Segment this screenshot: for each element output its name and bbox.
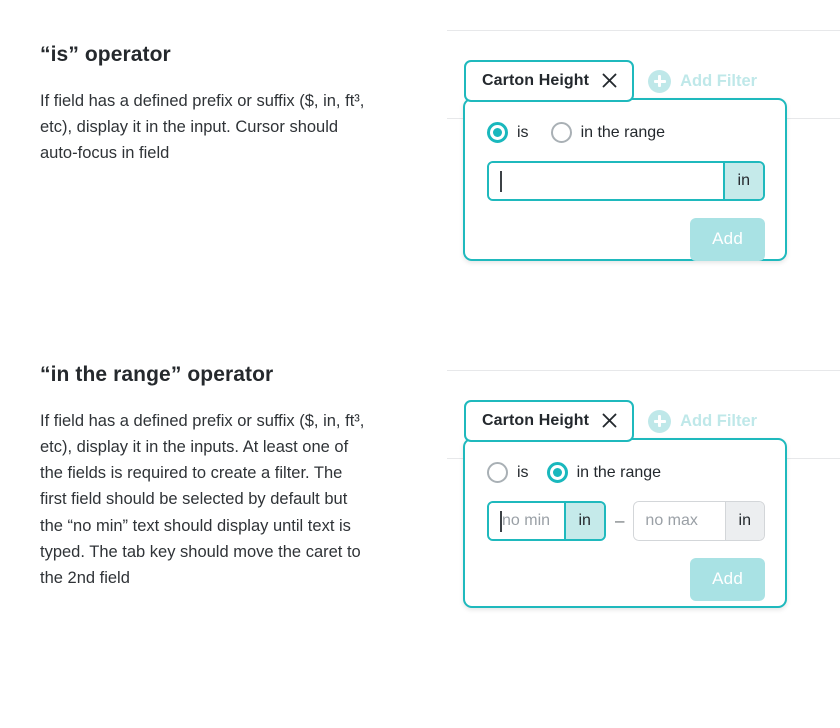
spec-section-is: “is” operator If field has a defined pre… bbox=[40, 42, 415, 166]
radio-is-label: is bbox=[517, 463, 529, 481]
radio-option-in-the-range[interactable]: in the range bbox=[546, 462, 662, 483]
divider-top bbox=[447, 30, 840, 31]
spec-description-is-operator: If field has a defined prefix or suffix … bbox=[40, 92, 365, 163]
add-button[interactable]: Add bbox=[690, 558, 765, 601]
operator-radio-group: is in the range bbox=[487, 122, 765, 143]
max-input[interactable]: no max bbox=[634, 502, 725, 540]
text-caret bbox=[500, 170, 502, 192]
radio-in-the-range-label: in the range bbox=[580, 123, 666, 141]
min-input-placeholder: no min bbox=[502, 512, 551, 529]
min-input[interactable]: no min bbox=[489, 503, 564, 539]
filter-chip-carton-height[interactable]: Carton Height bbox=[464, 60, 635, 102]
value-input[interactable] bbox=[489, 163, 723, 199]
radio-in-the-range-indicator bbox=[546, 462, 568, 483]
radio-in-the-range-indicator bbox=[550, 122, 572, 143]
filter-chip-label: Carton Height bbox=[482, 71, 590, 89]
filter-chip-label: Carton Height bbox=[482, 411, 590, 429]
add-button[interactable]: Add bbox=[690, 218, 765, 261]
add-filter-label: Add Filter bbox=[680, 71, 758, 90]
min-input-suffix: in bbox=[563, 503, 604, 539]
radio-in-the-range-label: in the range bbox=[576, 463, 662, 481]
range-separator: – bbox=[614, 511, 625, 530]
radio-option-in-the-range[interactable]: in the range bbox=[550, 122, 666, 143]
value-field-row: in bbox=[487, 161, 765, 201]
radio-is-indicator bbox=[487, 462, 508, 483]
value-input-suffix: in bbox=[722, 163, 763, 199]
spec-section-in-the-range: “in the range” operator If field has a d… bbox=[40, 362, 415, 591]
value-input-group[interactable]: in bbox=[487, 161, 765, 201]
filter-chip-row: Carton Height Add Filter bbox=[464, 400, 757, 442]
filter-editor-panel: is in the range no min in – no max in Ad… bbox=[463, 438, 787, 608]
page-title-is-operator: “is” operator bbox=[40, 43, 171, 66]
filter-chip-row: Carton Height Add Filter bbox=[464, 60, 757, 102]
radio-is-indicator bbox=[487, 122, 508, 143]
add-filter-label: Add Filter bbox=[680, 411, 758, 430]
max-input-placeholder: no max bbox=[645, 512, 698, 529]
radio-option-is[interactable]: is bbox=[487, 462, 529, 483]
panel-actions: Add bbox=[487, 218, 765, 261]
filter-editor-panel: is in the range in Add bbox=[463, 98, 787, 261]
radio-option-is[interactable]: is bbox=[487, 122, 529, 143]
range-field-row: no min in – no max in bbox=[487, 501, 765, 541]
spec-description-in-the-range-operator: If field has a defined prefix or suffix … bbox=[40, 412, 365, 587]
radio-is-label: is bbox=[517, 123, 529, 141]
max-input-suffix: in bbox=[724, 502, 764, 540]
page-title-in-the-range-operator: “in the range” operator bbox=[40, 363, 274, 386]
add-filter-button[interactable]: Add Filter bbox=[648, 409, 758, 433]
filter-chip-carton-height[interactable]: Carton Height bbox=[464, 400, 635, 442]
add-filter-button[interactable]: Add Filter bbox=[648, 69, 758, 93]
divider-top bbox=[447, 370, 840, 371]
plus-circle-icon bbox=[648, 409, 672, 433]
panel-actions: Add bbox=[487, 558, 765, 601]
close-icon[interactable] bbox=[602, 73, 617, 88]
operator-radio-group: is in the range bbox=[487, 462, 765, 483]
max-input-group[interactable]: no max in bbox=[633, 501, 765, 541]
close-icon[interactable] bbox=[602, 413, 617, 428]
plus-circle-icon bbox=[648, 69, 672, 93]
min-input-group[interactable]: no min in bbox=[487, 501, 606, 541]
